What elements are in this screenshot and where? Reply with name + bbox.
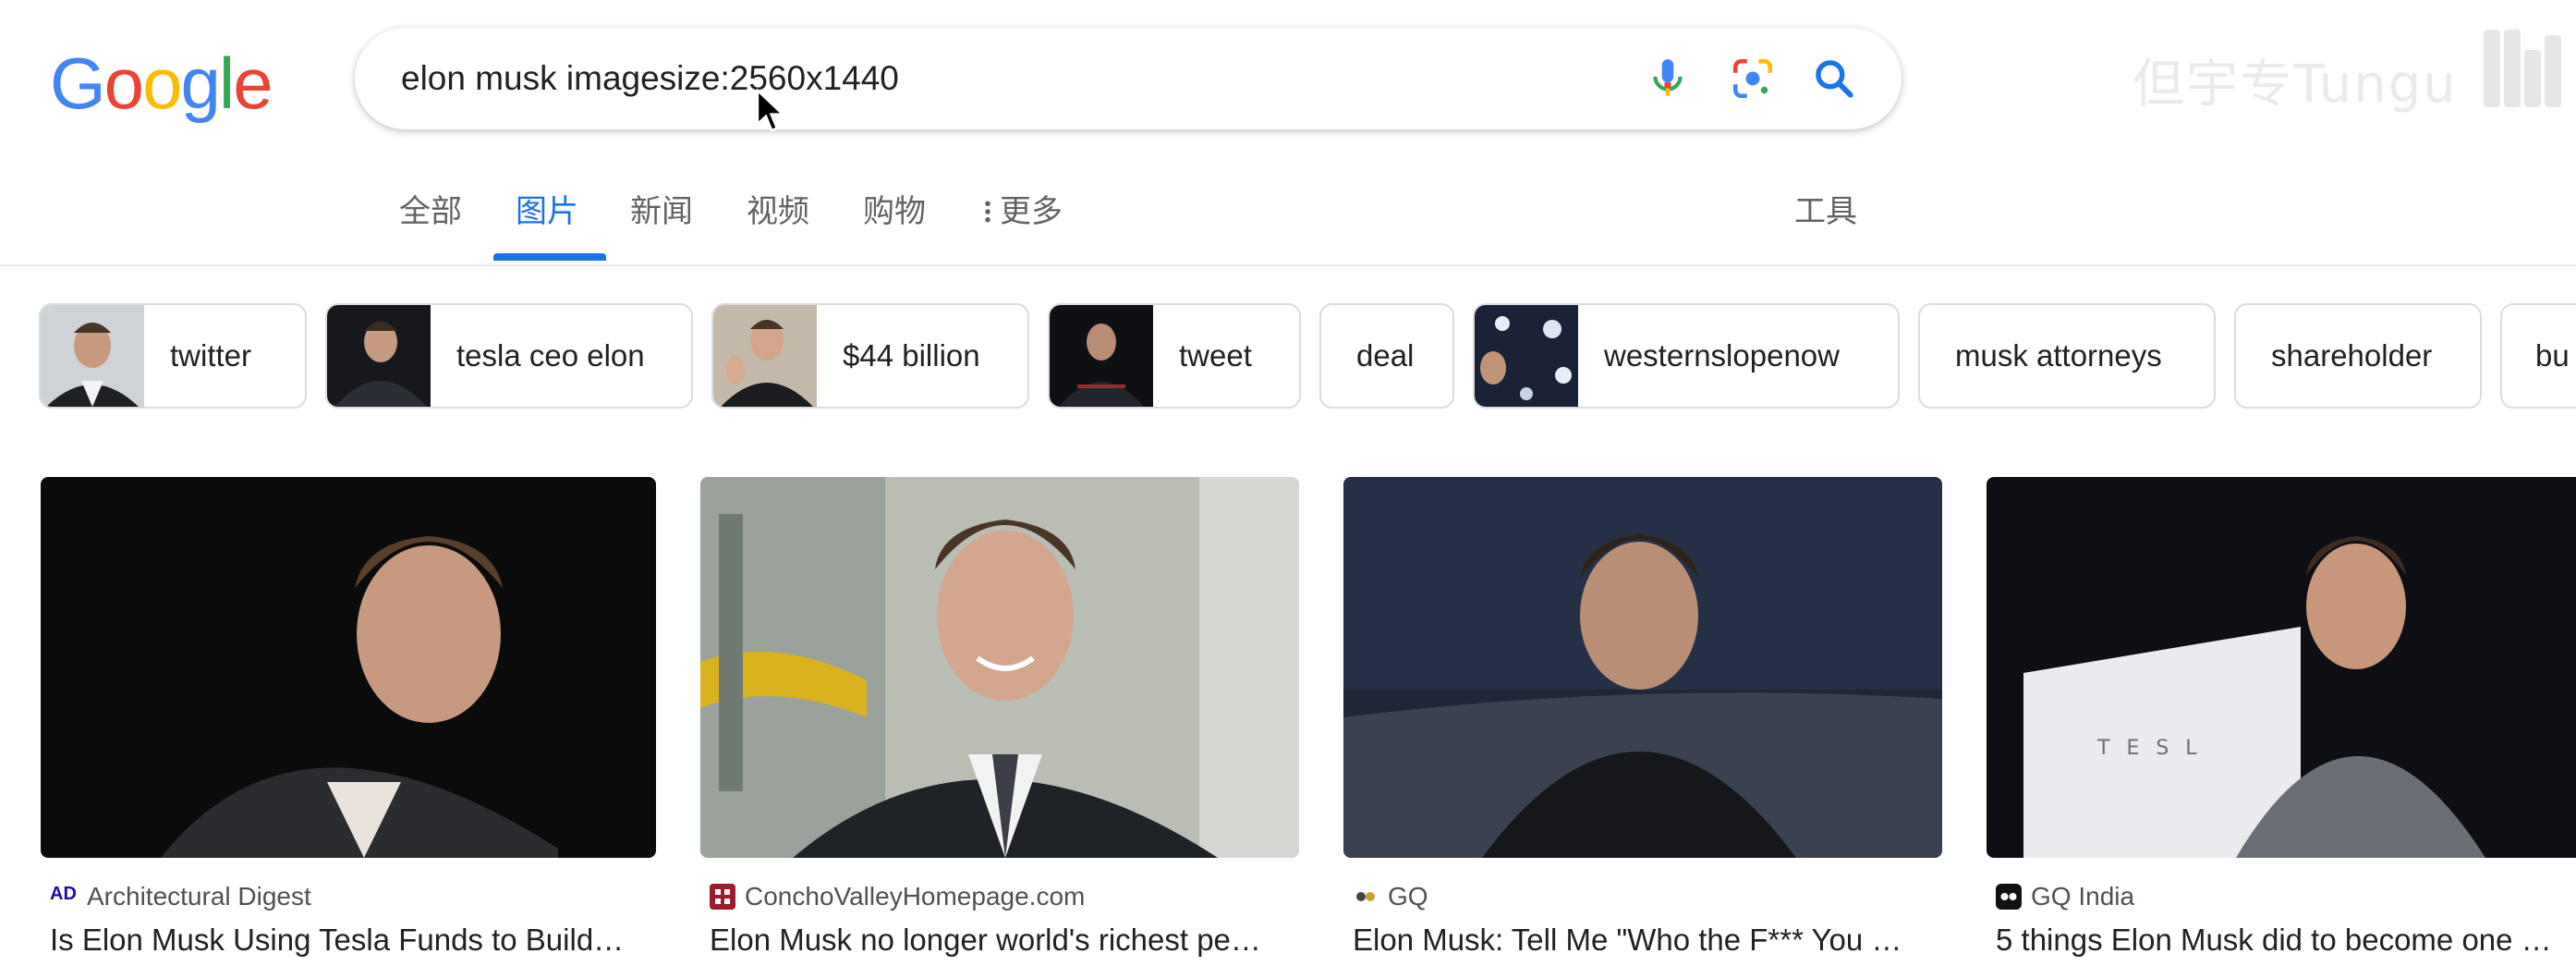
tab-more-label: 更多 bbox=[1000, 193, 1063, 230]
logo-letter: o bbox=[142, 43, 182, 124]
result-image[interactable] bbox=[1343, 477, 1942, 858]
google-lens-icon[interactable] bbox=[1730, 55, 1776, 102]
result-image[interactable] bbox=[41, 477, 656, 858]
image-result[interactable]: AD Architectural Digest Is Elon Musk Usi… bbox=[41, 477, 656, 976]
more-vert-icon bbox=[985, 201, 990, 223]
image-result[interactable]: TESL GQ India 5 things Elon Musk did to … bbox=[1987, 477, 2576, 976]
result-source[interactable]: AD Architectural Digest bbox=[50, 882, 311, 911]
image-result[interactable]: GQ Elon Musk: Tell Me "Who the F*** You … bbox=[1343, 477, 1942, 976]
chip-deal[interactable]: deal bbox=[1319, 303, 1454, 409]
source-favicon bbox=[710, 884, 735, 910]
search-box[interactable]: elon musk imagesize:2560x1440 bbox=[355, 28, 1902, 129]
search-tabs: 全部 图片 新闻 视频 购物 更多 工具 bbox=[0, 176, 2576, 266]
logo-letter: g bbox=[180, 43, 220, 124]
result-source[interactable]: ConchoValleyHomepage.com bbox=[710, 882, 1085, 911]
source-name: ConchoValleyHomepage.com bbox=[745, 882, 1086, 911]
microphone-icon[interactable] bbox=[1645, 55, 1691, 102]
active-tab-indicator bbox=[493, 253, 606, 261]
chip-westernslopenow[interactable]: westernslopenow bbox=[1473, 303, 1900, 409]
tools-button[interactable]: 工具 bbox=[1794, 190, 1857, 244]
chip-label: westernslopenow bbox=[1604, 338, 1840, 373]
result-title[interactable]: Elon Musk no longer world's richest pe… bbox=[710, 923, 1301, 958]
chip-label: tesla ceo elon bbox=[456, 338, 645, 373]
tab-images[interactable]: 图片 bbox=[516, 190, 578, 244]
result-image[interactable]: TESL bbox=[1987, 477, 2576, 858]
chip-shareholder[interactable]: shareholder bbox=[2234, 303, 2482, 409]
chip-musk-attorneys[interactable]: musk attorneys bbox=[1918, 303, 2216, 409]
chip-thumbnail bbox=[1050, 305, 1153, 407]
source-favicon: AD bbox=[50, 884, 77, 904]
chip-label: twitter bbox=[170, 338, 252, 373]
chip-label: shareholder bbox=[2271, 338, 2433, 373]
logo-letter: l bbox=[218, 43, 235, 124]
watermark-logo-icon bbox=[2484, 30, 2561, 107]
chip-thumbnail bbox=[327, 305, 431, 407]
tab-all[interactable]: 全部 bbox=[399, 190, 462, 244]
result-title[interactable]: Is Elon Musk Using Tesla Funds to Build… bbox=[50, 923, 660, 958]
tab-shopping[interactable]: 购物 bbox=[863, 190, 926, 244]
result-title[interactable]: 5 things Elon Musk did to become one … bbox=[1996, 923, 2576, 958]
chip-label: deal bbox=[1356, 338, 1415, 373]
result-source[interactable]: GQ bbox=[1353, 882, 1428, 911]
source-name: GQ bbox=[1388, 882, 1428, 911]
chip-label: bu bbox=[2535, 338, 2570, 373]
chip-label: $44 billion bbox=[843, 338, 980, 373]
mouse-cursor-icon bbox=[756, 89, 786, 132]
image-text: TESL bbox=[2096, 737, 2214, 760]
tab-news[interactable]: 新闻 bbox=[630, 190, 693, 244]
chip-thumbnail bbox=[1475, 305, 1578, 407]
source-name: GQ India bbox=[2031, 882, 2135, 911]
search-icon[interactable] bbox=[1811, 55, 1857, 102]
watermark-text: 但宇专Tungu bbox=[2132, 55, 2458, 115]
chip-tweet[interactable]: tweet bbox=[1048, 303, 1301, 409]
google-logo[interactable]: Google bbox=[50, 39, 273, 128]
result-image[interactable] bbox=[700, 477, 1299, 858]
chip-44-billion[interactable]: $44 billion bbox=[711, 303, 1029, 409]
chip-bu[interactable]: bu bbox=[2500, 303, 2576, 409]
search-input[interactable]: elon musk imagesize:2560x1440 bbox=[401, 28, 899, 129]
tab-more[interactable]: 更多 bbox=[981, 190, 1063, 244]
watermark: 但宇专Tungu bbox=[2125, 18, 2576, 120]
chip-thumbnail bbox=[713, 305, 817, 407]
chip-label: tweet bbox=[1179, 338, 1252, 373]
logo-letter: e bbox=[233, 43, 273, 124]
chip-thumbnail bbox=[41, 305, 144, 407]
image-result[interactable]: ConchoValleyHomepage.com Elon Musk no lo… bbox=[700, 477, 1299, 976]
source-favicon bbox=[1353, 884, 1379, 910]
tab-videos[interactable]: 视频 bbox=[747, 190, 809, 244]
logo-letter: o bbox=[103, 43, 144, 124]
chip-label: musk attorneys bbox=[1955, 338, 2162, 373]
source-name: Architectural Digest bbox=[87, 882, 311, 911]
result-source[interactable]: GQ India bbox=[1996, 882, 2134, 911]
logo-letter: G bbox=[50, 43, 106, 124]
chip-twitter[interactable]: twitter bbox=[39, 303, 307, 409]
source-favicon bbox=[1996, 884, 2022, 910]
chip-tesla-ceo-elon[interactable]: tesla ceo elon bbox=[325, 303, 693, 409]
result-title[interactable]: Elon Musk: Tell Me "Who the F*** You … bbox=[1353, 923, 1944, 958]
